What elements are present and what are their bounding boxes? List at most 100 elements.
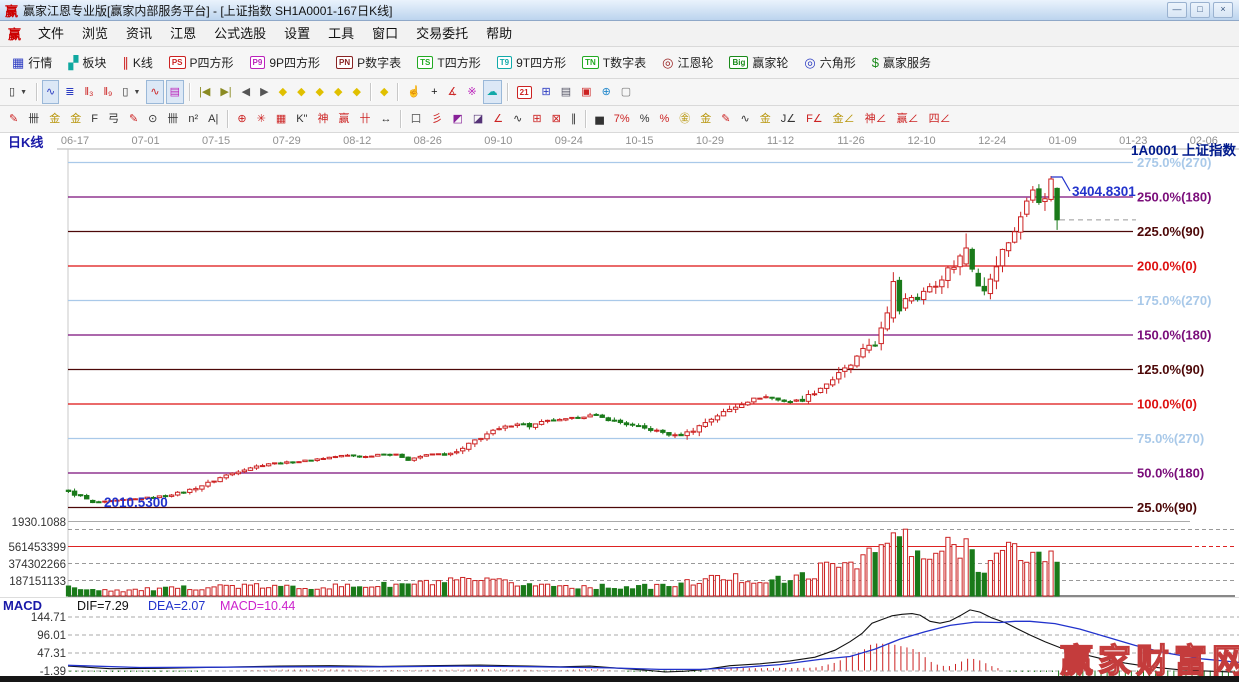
grid-x-tool[interactable]: ▦ [272, 107, 290, 131]
prev-button[interactable]: ◀ [238, 80, 254, 104]
close-button[interactable]: × [1213, 2, 1233, 18]
diamond-harrow-button[interactable]: ◆ [312, 80, 328, 104]
kline-chart[interactable]: 06-17 07-01 07-15 07-29 08-12 08-26 09-10 09-24… [0, 133, 1239, 682]
gold-line-tool[interactable]: 金 [696, 107, 715, 131]
f-grid-tool[interactable]: F [87, 107, 102, 131]
menu-0[interactable]: 文件 [29, 26, 73, 41]
fan-lines-tool[interactable]: 彡 [427, 107, 446, 131]
t-square-button[interactable]: TS T四方形 [410, 50, 488, 76]
percent-line-tool[interactable]: % [655, 107, 673, 131]
report-button[interactable]: ▤ [557, 80, 575, 104]
shen-angle-tool[interactable]: 神∠ [861, 107, 891, 131]
menu-3[interactable]: 江恩 [161, 26, 205, 41]
hand-tool[interactable]: ☝ [403, 80, 425, 104]
menu-6[interactable]: 工具 [319, 26, 363, 41]
ruler-tool[interactable]: 卄 [355, 107, 374, 131]
bars-9-tool[interactable]: ‖₉ [99, 80, 116, 104]
period-dropdown[interactable]: ▯ ▼ [5, 80, 31, 104]
menu-9[interactable]: 帮助 [477, 26, 521, 41]
menu-8[interactable]: 交易委托 [407, 26, 477, 41]
color-bar-tool[interactable]: ▤ [165, 80, 184, 104]
save-button[interactable]: ▣ [577, 80, 595, 104]
grid-red-tool[interactable]: ⊞ [528, 107, 545, 131]
p-square-button[interactable]: PS P四方形 [162, 50, 241, 76]
width-arrows-tool[interactable]: ↔ [376, 107, 395, 131]
macd-panel-label[interactable]: MACD [3, 598, 42, 613]
bar-chart-tool[interactable]: ▅ [591, 107, 607, 131]
net-update-button[interactable]: ⊕ [598, 80, 615, 104]
hexagon-button[interactable]: ◎ 六角形 [797, 50, 862, 76]
gold-grid-tool[interactable]: 金 [45, 107, 64, 131]
gold-double-tool[interactable]: 金 [756, 107, 775, 131]
circle-cross-tool[interactable]: ⊕ [233, 107, 250, 131]
winner-wheel-button[interactable]: Big 赢家轮 [722, 50, 795, 76]
zigzag-tool[interactable]: ∿ [509, 107, 526, 131]
gann-shape-tool[interactable]: ※ [463, 80, 480, 104]
calendar-button[interactable]: 21 [513, 80, 536, 104]
angle-lines-tool[interactable]: ∠ [489, 107, 507, 131]
fan-box2-tool[interactable]: ◪ [469, 107, 487, 131]
starburst-tool[interactable]: ✳ [253, 107, 270, 131]
diamond-cross-button[interactable]: ◆ [330, 80, 346, 104]
percent-strike-tool[interactable]: 7% [610, 107, 634, 131]
freehand-tool[interactable]: ∿ [42, 80, 60, 104]
menu-7[interactable]: 窗口 [363, 26, 407, 41]
p-number-button[interactable]: PN P数字表 [329, 50, 408, 76]
box-tool[interactable]: 口 [406, 107, 425, 131]
next-button[interactable]: ▶ [256, 80, 272, 104]
ying-grid-tool[interactable]: 赢 [334, 107, 353, 131]
red-pen-tool[interactable]: ✎ [717, 107, 734, 131]
j-angle-tool[interactable]: J∠ [777, 107, 800, 131]
percent-tool[interactable]: % [636, 107, 654, 131]
diamond-right-button[interactable]: ◆ [293, 80, 309, 104]
p9-square-button[interactable]: P9 9P四方形 [243, 50, 327, 76]
a-line-tool[interactable]: A| [204, 107, 222, 131]
region-tool[interactable]: ☁ [482, 80, 502, 104]
diamond-center-button[interactable]: ◆ [376, 80, 392, 104]
menu-4[interactable]: 公式选股 [205, 26, 275, 41]
ying-angle-tool[interactable]: 赢∠ [893, 107, 923, 131]
menu-1[interactable]: 浏览 [73, 26, 117, 41]
maximize-button[interactable]: □ [1190, 2, 1210, 18]
pen-tool[interactable]: ✎ [5, 107, 22, 131]
calculator-button[interactable]: ⊞ [538, 80, 555, 104]
bars-3-tool[interactable]: ‖₃ [80, 80, 97, 104]
diamond-left-button[interactable]: ◆ [275, 80, 291, 104]
slant-lines-tool[interactable]: ∥ [567, 107, 581, 131]
quotes-button[interactable]: ▦ 行情 [5, 50, 59, 76]
menu-2[interactable]: 资讯 [117, 26, 161, 41]
wave-av-tool[interactable]: ∿ [736, 107, 753, 131]
menu-5[interactable]: 设置 [275, 26, 319, 41]
gold-angle-tool[interactable]: 金∠ [829, 107, 859, 131]
comb-tool[interactable]: 卌 [163, 107, 182, 131]
gann-wheel-button[interactable]: ◎ 江恩轮 [655, 50, 720, 76]
crosshair-tool[interactable]: + [427, 80, 441, 104]
n2-grid-tool[interactable]: n² [184, 107, 202, 131]
k-quote-tool[interactable]: K" [292, 107, 311, 131]
f-angle-tool[interactable]: F∠ [802, 107, 827, 131]
angle-measure-tool[interactable]: ∡ [444, 80, 462, 104]
first-page-button[interactable]: |◀ [195, 80, 214, 104]
notes-tool[interactable]: ≣ [61, 80, 78, 104]
pc-sync-button[interactable]: ▢ [617, 80, 635, 104]
last-page-button[interactable]: ▶| [216, 80, 235, 104]
t-number-button[interactable]: TN T数字表 [575, 50, 653, 76]
fan-box-tool[interactable]: ◩ [448, 107, 466, 131]
sectors-button[interactable]: ▞ 板块 [61, 50, 113, 76]
shen-grid-tool[interactable]: 神 [313, 107, 332, 131]
gann-grid-tool[interactable]: 卌 [24, 107, 43, 131]
single-candle-dropdown[interactable]: ▯ ▼ [118, 80, 144, 104]
clock-circle-tool[interactable]: ⊙ [144, 107, 161, 131]
winner-service-button[interactable]: $ 赢家服务 [865, 50, 938, 76]
kline-button[interactable]: ∥ K线 [115, 50, 160, 76]
t9-square-button[interactable]: T9 9T四方形 [490, 50, 573, 76]
grid-red2-tool[interactable]: ⊠ [548, 107, 565, 131]
minimize-button[interactable]: — [1167, 2, 1187, 18]
si-angle-tool[interactable]: 四∠ [925, 107, 955, 131]
time-line-tool[interactable]: ∿ [146, 80, 164, 104]
spiral-tool[interactable]: 弓 [104, 107, 123, 131]
gold-circle-tool[interactable]: ㊎ [675, 107, 694, 131]
gold-grid2-tool[interactable]: 金 [66, 107, 85, 131]
diamond-star-button[interactable]: ◆ [348, 80, 364, 104]
pen-grid-tool[interactable]: ✎ [125, 107, 142, 131]
